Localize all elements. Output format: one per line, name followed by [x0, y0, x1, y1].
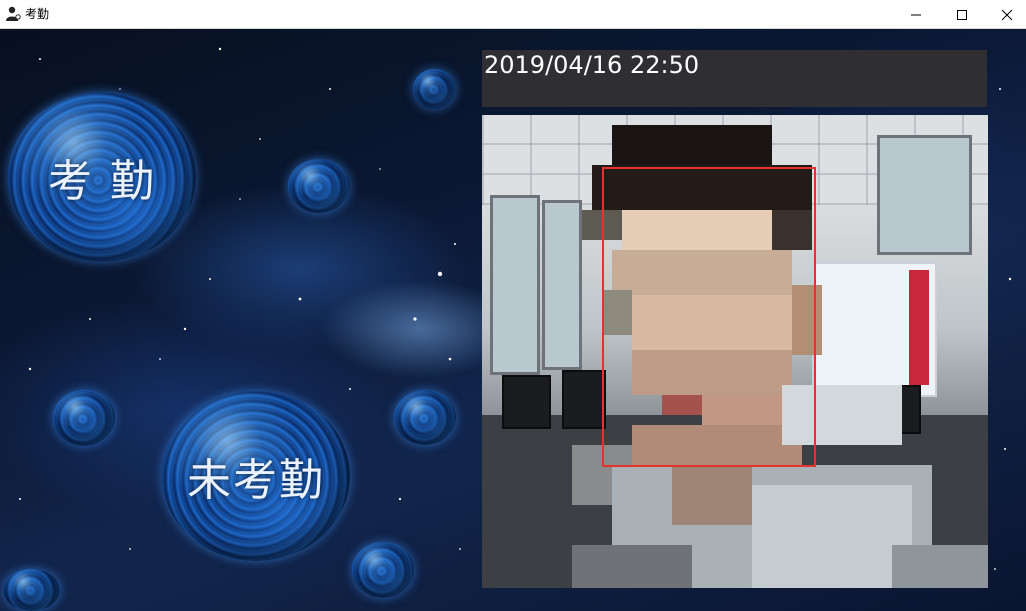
maximize-button[interactable]	[939, 0, 985, 29]
minimize-button[interactable]	[893, 0, 939, 29]
person-icon	[6, 6, 21, 21]
small-orb	[413, 69, 456, 109]
monitor	[502, 375, 551, 429]
small-orb	[3, 569, 60, 611]
small-orb	[394, 390, 456, 445]
small-orb	[288, 159, 350, 213]
small-orb	[352, 542, 414, 598]
window-title: 考勤	[25, 7, 50, 21]
close-button[interactable]	[984, 0, 1026, 29]
small-orb	[53, 390, 115, 446]
datetime-text: 2019/04/16 22:50	[484, 51, 700, 79]
face-detection-box	[602, 167, 816, 467]
datetime-bar: 2019/04/16 22:50	[482, 50, 987, 107]
checkin-orb[interactable]: 考 勤	[8, 92, 196, 262]
camera-feed	[482, 115, 988, 588]
close-icon	[1001, 9, 1013, 20]
title-bar: 考勤	[0, 0, 1026, 29]
maximize-icon	[957, 9, 967, 20]
not-checked-in-orb[interactable]: 未考勤	[162, 391, 350, 561]
minimize-icon	[911, 14, 921, 15]
office-window	[490, 195, 540, 375]
checkin-label: 考 勤	[48, 156, 156, 207]
not-checked-in-label: 未考勤	[187, 455, 325, 506]
